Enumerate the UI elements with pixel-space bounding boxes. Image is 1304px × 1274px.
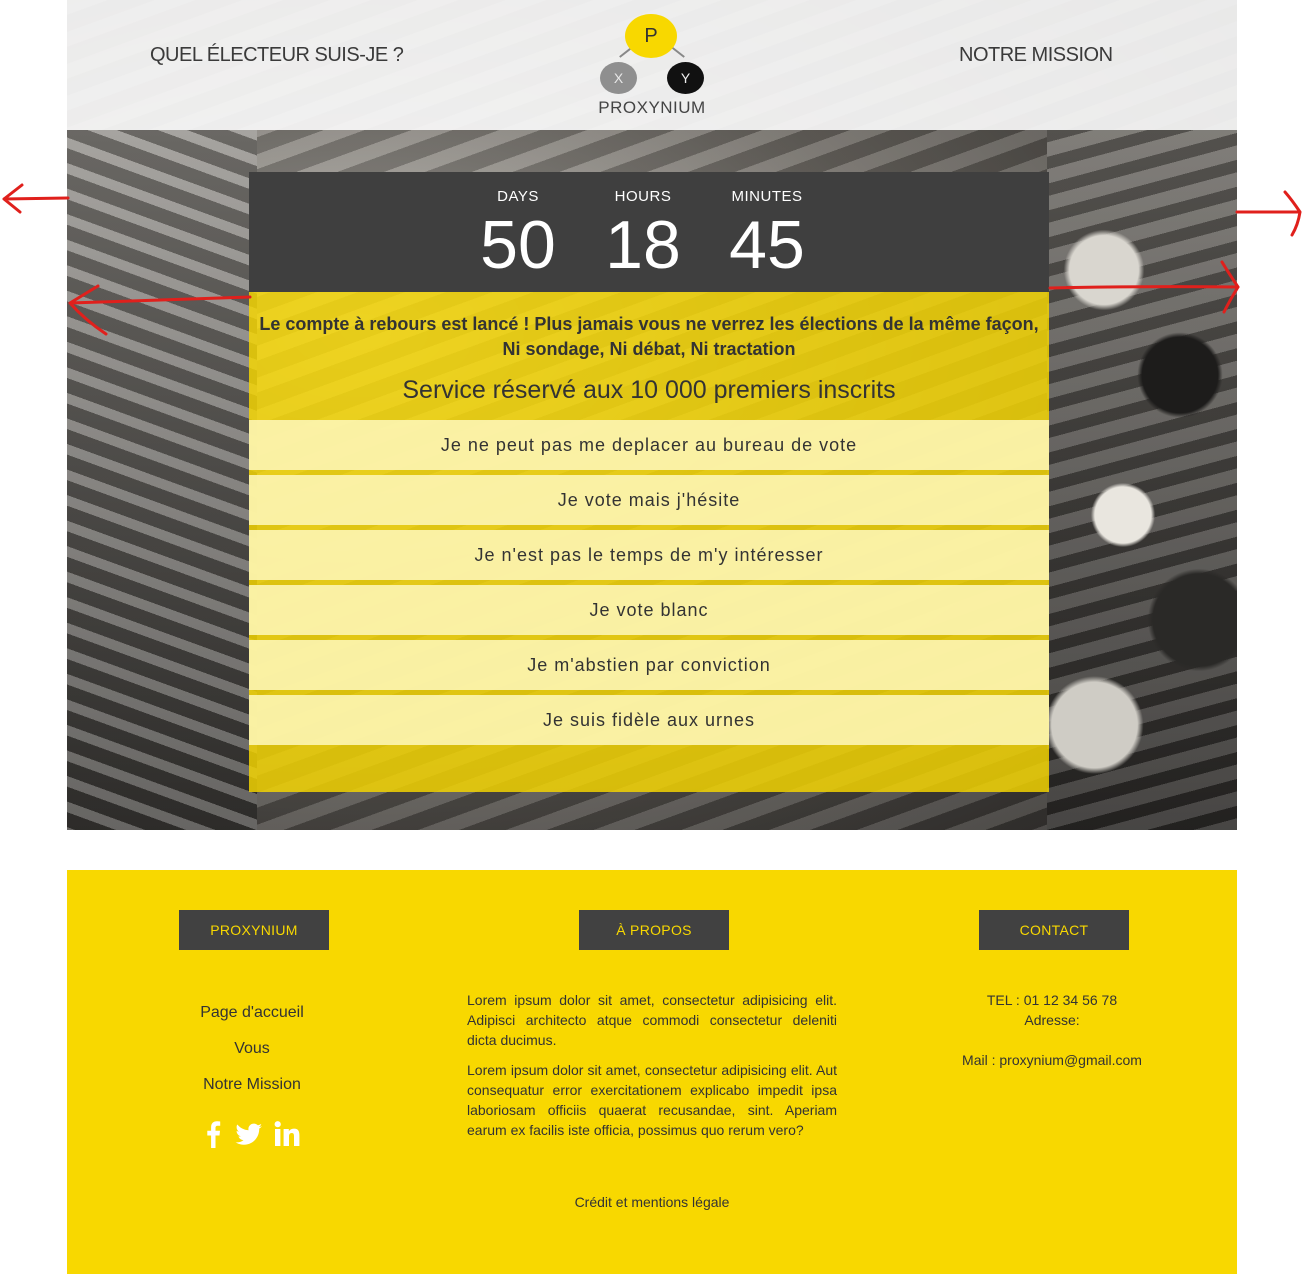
option-vote-blanc[interactable]: Je vote blanc <box>249 585 1049 635</box>
logo[interactable]: P X Y PROXYNIUM <box>595 14 709 118</box>
tagline-line-1: Le compte à rebours est lancé ! Plus jam… <box>259 314 1039 334</box>
hours-label: HOURS <box>614 188 672 205</box>
linkedin-icon[interactable] <box>274 1120 300 1148</box>
social-links <box>202 1120 302 1150</box>
countdown-days: DAYS 50 <box>463 188 573 279</box>
days-label: DAYS <box>497 188 539 205</box>
option-pas-le-temps[interactable]: Je n'est pas le temps de m'y intéresser <box>249 530 1049 580</box>
nav-notre-mission[interactable]: NOTRE MISSION <box>959 44 1113 67</box>
hours-value: 18 <box>605 207 681 283</box>
service-notice: Service réservé aux 10 000 premiers insc… <box>402 376 896 404</box>
logo-x-circle: X <box>600 62 637 94</box>
days-value: 50 <box>480 207 556 283</box>
option-abstention[interactable]: Je m'abstien par conviction <box>249 640 1049 690</box>
footer-about: Lorem ipsum dolor sit amet, consectetur … <box>467 990 837 1150</box>
logo-y-circle: Y <box>667 62 704 94</box>
tagline-line-2: Ni sondage, Ni débat, Ni tractation <box>502 339 796 359</box>
contact-spacer <box>922 1030 1182 1050</box>
contact-mail[interactable]: Mail : proxynium@gmail.com <box>922 1050 1182 1070</box>
tagline: Le compte à rebours est lancé ! Plus jam… <box>249 312 1049 362</box>
footer-contact-button[interactable]: CONTACT <box>979 910 1129 950</box>
option-fidele[interactable]: Je suis fidèle aux urnes <box>249 695 1049 745</box>
contact-tel: TEL : 01 12 34 56 78 <box>986 992 1118 1008</box>
option-hesite[interactable]: Je vote mais j'hésite <box>249 475 1049 525</box>
footer-proxynium-button[interactable]: PROXYNIUM <box>179 910 329 950</box>
minutes-label: MINUTES <box>731 188 803 205</box>
footer-links: Page d'accueil Vous Notre Mission <box>152 1004 352 1112</box>
footer-link-accueil[interactable]: Page d'accueil <box>152 1004 352 1022</box>
footer-link-vous[interactable]: Vous <box>152 1040 352 1058</box>
site-header: QUEL ÉLECTEUR SUIS-JE ? P X Y PROXYNIUM … <box>67 0 1237 130</box>
footer-credit-link[interactable]: Crédit et mentions légale <box>67 1194 1237 1210</box>
facebook-icon[interactable] <box>205 1120 221 1148</box>
logo-p-circle: P <box>625 14 677 58</box>
footer-contact: TEL : 01 12 34 56 78 Adresse: Mail : pro… <box>922 990 1182 1070</box>
contact-adresse: Adresse: <box>1024 1012 1080 1028</box>
hero-photo-left <box>67 130 257 830</box>
arrow-left-top <box>2 183 70 214</box>
site-footer: PROXYNIUM À PROPOS CONTACT Page d'accuei… <box>67 870 1237 1274</box>
nav-quel-electeur[interactable]: QUEL ÉLECTEUR SUIS-JE ? <box>150 44 404 67</box>
footer-apropos-button[interactable]: À PROPOS <box>579 910 729 950</box>
countdown: DAYS 50 HOURS 18 MINUTES 45 <box>249 172 1049 292</box>
arrow-right-top <box>1235 190 1302 237</box>
countdown-hours: HOURS 18 <box>588 188 698 279</box>
minutes-value: 45 <box>729 207 805 283</box>
option-deplacer[interactable]: Je ne peut pas me deplacer au bureau de … <box>249 420 1049 470</box>
about-paragraph-2: Lorem ipsum dolor sit amet, consectetur … <box>467 1062 837 1138</box>
countdown-panel: DAYS 50 HOURS 18 MINUTES 45 Le compte à … <box>249 172 1049 792</box>
countdown-minutes: MINUTES 45 <box>712 188 822 279</box>
about-paragraph-1: Lorem ipsum dolor sit amet, consectetur … <box>467 992 837 1048</box>
twitter-icon[interactable] <box>235 1120 263 1148</box>
hero-photo-right <box>1047 130 1237 830</box>
logo-name: PROXYNIUM <box>598 98 706 117</box>
footer-link-mission[interactable]: Notre Mission <box>152 1076 352 1094</box>
